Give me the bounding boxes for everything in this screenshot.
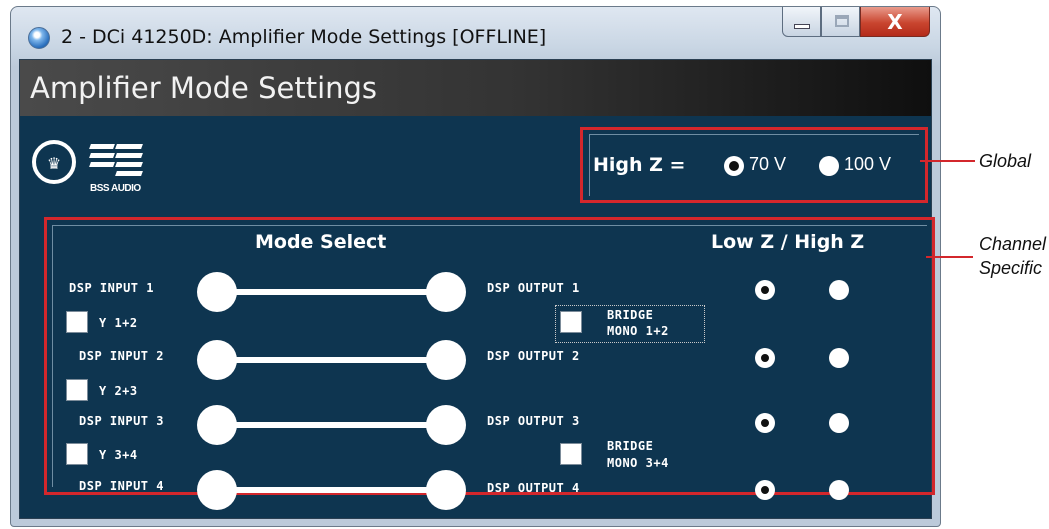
channel-callout-line1: Channel bbox=[979, 234, 1047, 254]
dsp-input-2-label: DSP INPUT 2 bbox=[79, 349, 164, 363]
ch3-lowz-radio[interactable] bbox=[755, 413, 775, 433]
radio-100v[interactable] bbox=[819, 156, 839, 176]
ch2-lowz-radio[interactable] bbox=[755, 348, 775, 368]
input-node[interactable] bbox=[197, 340, 237, 380]
output-node[interactable] bbox=[426, 272, 466, 312]
output-node[interactable] bbox=[426, 340, 466, 380]
y23-checkbox[interactable] bbox=[66, 379, 88, 401]
channel-callout-line2: Specific bbox=[979, 258, 1043, 278]
app-icon bbox=[28, 27, 50, 49]
dsp-input-4-label: DSP INPUT 4 bbox=[79, 479, 164, 493]
dsp-output-1-label: DSP OUTPUT 1 bbox=[487, 281, 580, 295]
logo-text: BSS AUDIO bbox=[90, 183, 141, 194]
crown-icon: ♛ bbox=[46, 156, 62, 173]
dsp-output-3-label: DSP OUTPUT 3 bbox=[487, 414, 580, 428]
mode-select-heading: Mode Select bbox=[255, 231, 387, 253]
bridge-12-label-line1: BRIDGE bbox=[607, 308, 654, 322]
ch3-highz-radio[interactable] bbox=[829, 413, 849, 433]
bss-audio-logo: ♛ BSS AUDIO bbox=[32, 136, 182, 196]
ch1-highz-radio[interactable] bbox=[829, 280, 849, 300]
channel-callout-line bbox=[926, 256, 973, 258]
dsp-input-1-label: DSP INPUT 1 bbox=[69, 281, 154, 295]
global-callout-line bbox=[920, 160, 975, 162]
bridge-mono-34-checkbox[interactable] bbox=[560, 443, 582, 465]
close-button[interactable]: X bbox=[860, 7, 930, 37]
window-title: 2 - DCi 41250D: Amplifier Mode Settings … bbox=[61, 26, 547, 48]
lowz-highz-heading: Low Z / High Z bbox=[711, 231, 865, 253]
mode-link-1[interactable] bbox=[197, 272, 466, 312]
ch1-lowz-radio[interactable] bbox=[755, 280, 775, 300]
output-node[interactable] bbox=[426, 405, 466, 445]
global-callout: Global bbox=[979, 151, 1032, 171]
output-node[interactable] bbox=[426, 470, 466, 510]
radio-100v-label: 100 V bbox=[844, 154, 892, 174]
mode-link-4[interactable] bbox=[197, 470, 466, 510]
window-controls: X bbox=[782, 7, 930, 43]
channel-specific-panel: Mode Select Low Z / High Z DSP INPUT 1 D… bbox=[44, 217, 935, 510]
bridge-12-label-line2: MONO 1+2 bbox=[607, 324, 669, 338]
header-bar: Amplifier Mode Settings bbox=[20, 60, 931, 116]
input-node[interactable] bbox=[197, 470, 237, 510]
mode-link-2[interactable] bbox=[197, 340, 466, 380]
mode-link-3[interactable] bbox=[197, 405, 466, 445]
global-highz-panel: High Z = 70 V 100 V bbox=[580, 127, 928, 203]
bridge-34-label-line1: BRIDGE bbox=[607, 439, 654, 453]
page-title: Amplifier Mode Settings bbox=[30, 71, 378, 105]
minimize-icon bbox=[794, 24, 810, 29]
minimize-button[interactable] bbox=[782, 7, 821, 37]
y12-checkbox[interactable] bbox=[66, 311, 88, 333]
dsp-output-4-label: DSP OUTPUT 4 bbox=[487, 481, 580, 495]
maximize-button bbox=[821, 7, 860, 37]
ch4-highz-radio[interactable] bbox=[829, 480, 849, 500]
radio-70v[interactable] bbox=[724, 156, 744, 176]
bridge-mono-12-checkbox[interactable] bbox=[560, 311, 582, 333]
close-icon: X bbox=[887, 10, 903, 34]
dsp-output-2-label: DSP OUTPUT 2 bbox=[487, 349, 580, 363]
y34-label: Y 3+4 bbox=[99, 448, 138, 462]
ch4-lowz-radio[interactable] bbox=[755, 480, 775, 500]
dsp-input-3-label: DSP INPUT 3 bbox=[79, 414, 164, 428]
y34-checkbox[interactable] bbox=[66, 443, 88, 465]
app-window: 2 - DCi 41250D: Amplifier Mode Settings … bbox=[10, 6, 941, 527]
title-bar[interactable]: 2 - DCi 41250D: Amplifier Mode Settings … bbox=[11, 7, 940, 59]
highz-label: High Z = bbox=[593, 154, 686, 176]
y23-label: Y 2+3 bbox=[99, 384, 138, 398]
ch2-highz-radio[interactable] bbox=[829, 348, 849, 368]
logo-circle-icon: ♛ bbox=[32, 140, 76, 184]
logo-wordmark bbox=[89, 144, 150, 178]
y12-label: Y 1+2 bbox=[99, 316, 138, 330]
bridge-34-label-line2: MONO 3+4 bbox=[607, 456, 669, 470]
maximize-icon bbox=[835, 15, 849, 27]
input-node[interactable] bbox=[197, 405, 237, 445]
input-node[interactable] bbox=[197, 272, 237, 312]
radio-70v-label: 70 V bbox=[749, 154, 787, 174]
